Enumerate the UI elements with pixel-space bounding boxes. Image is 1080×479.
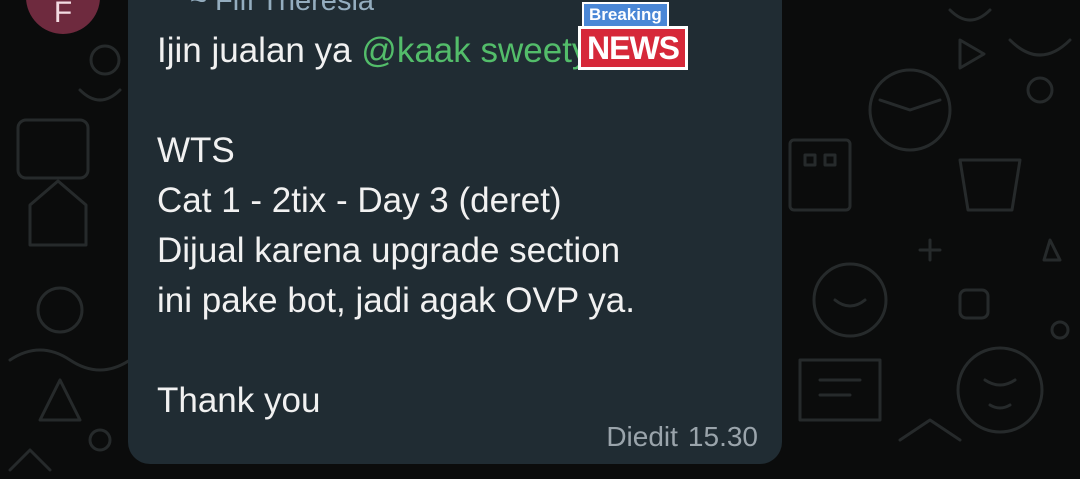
message-text: Ijin jualan ya @kaak sweetyy WTS Cat 1 -…	[157, 26, 757, 426]
message-line: Cat 1 - 2tix - Day 3 (deret)	[157, 181, 562, 220]
message-line: ini pake bot, jadi agak OVP ya.	[157, 281, 635, 320]
edited-label: Diedit	[606, 421, 678, 452]
sticker-main-text: NEWS	[578, 26, 688, 70]
message-line: WTS	[157, 131, 235, 170]
message-text-prefix: Ijin jualan ya	[157, 31, 362, 70]
message-line: Dijual karena upgrade section	[157, 231, 621, 270]
breaking-news-sticker: Breaking NEWS	[578, 2, 698, 70]
avatar-initial: F	[53, 0, 73, 29]
message-meta: Diedit 15.30	[596, 420, 758, 454]
message-line	[157, 326, 757, 376]
sender-name[interactable]: ~ Fifi Theresia	[190, 0, 374, 16]
message-time: 15.30	[687, 421, 758, 452]
mention-link[interactable]: @kaak sweetyy	[361, 31, 607, 70]
message-line: Thank you	[157, 381, 321, 420]
sticker-top-text: Breaking	[582, 2, 669, 28]
sender-avatar[interactable]: F	[26, 0, 100, 34]
message-line	[157, 76, 757, 126]
